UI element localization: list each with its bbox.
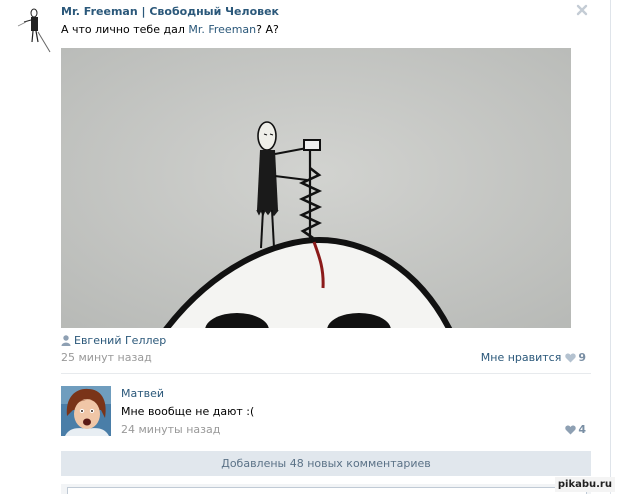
- person-icon: [61, 335, 71, 349]
- close-icon[interactable]: [575, 3, 589, 17]
- comment-timestamp[interactable]: 24 минуты назад: [121, 423, 220, 436]
- post-text: А что лично тебе дал Mr. Freeman? А?: [61, 23, 279, 36]
- post-like-count: 9: [578, 351, 586, 364]
- comment-author-name[interactable]: Матвей: [121, 387, 164, 400]
- post-like-label: Мне нравится: [480, 351, 562, 364]
- reply-input[interactable]: [67, 487, 587, 494]
- comment-like-button[interactable]: 4: [565, 423, 586, 438]
- commenter-avatar[interactable]: [61, 386, 111, 436]
- post-like-button[interactable]: Мне нравится 9: [481, 351, 586, 366]
- show-new-comments-button[interactable]: Добавлены 48 новых комментариев: [61, 451, 591, 476]
- comment-text: Мне вообще не дают :(: [121, 405, 255, 418]
- reply-area: [61, 484, 591, 494]
- group-avatar[interactable]: [0, 2, 54, 54]
- heart-icon: [565, 425, 577, 438]
- shared-by-row[interactable]: Евгений Геллер: [61, 334, 166, 348]
- post-text-link[interactable]: Mr. Freeman: [188, 23, 256, 36]
- shared-by-name[interactable]: Евгений Геллер: [74, 334, 166, 347]
- heart-icon: [565, 353, 577, 366]
- post-author-name[interactable]: Mr. Freeman | Свободный Человек: [61, 5, 279, 18]
- post-image[interactable]: [61, 48, 571, 328]
- post-text-prefix: А что лично тебе дал: [61, 23, 189, 36]
- post-timestamp[interactable]: 25 минут назад: [61, 351, 152, 364]
- comment-divider: [61, 373, 591, 374]
- post-text-suffix: ? А?: [256, 23, 279, 36]
- page-right-border: [610, 0, 611, 494]
- site-watermark: pikabu.ru: [554, 477, 615, 492]
- comment-like-count: 4: [578, 423, 586, 436]
